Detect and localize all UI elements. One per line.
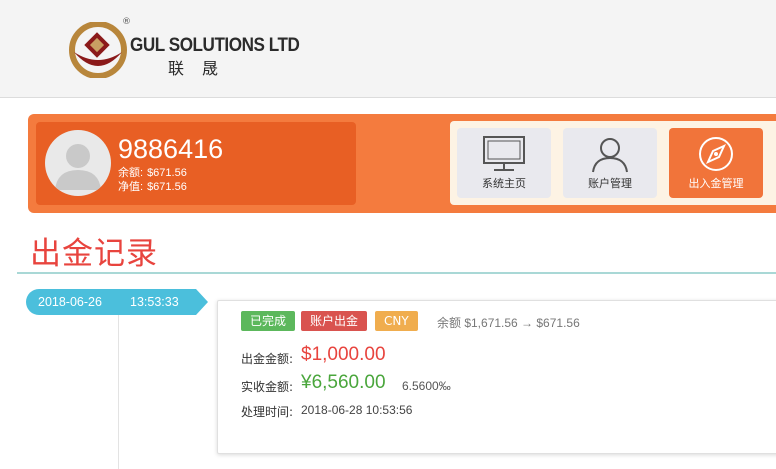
currency-badge: CNY [375,311,418,331]
user-avatar-icon [55,144,101,190]
nav-home[interactable]: 系统主页 [457,128,551,198]
record-time: 13:53:33 [130,295,179,309]
nav-home-label: 系统主页 [482,177,526,190]
withdraw-amount-label: 出金金额: [241,352,294,366]
compass-icon [699,137,733,171]
processed-time-label: 处理时间: [241,405,294,419]
exchange-rate: 6.5600‰ [402,379,451,393]
user-id: 9886416 [118,134,224,164]
page-title: 出金记录 [30,236,158,272]
monitor-icon [483,136,525,171]
registered-mark: ® [122,17,131,27]
record-date: 2018-06-26 [38,295,102,309]
brand-name: GUL SOLUTIONS LTD [130,35,300,56]
brand-name-cn: 联晟 [168,59,237,78]
title-divider [17,272,776,274]
nav-account[interactable]: 账户管理 [563,128,657,198]
equity-row: 净值: $671.56 [118,178,187,194]
type-badge: 账户出金 [301,311,368,331]
status-badge: 已完成 [241,311,296,331]
company-logo-icon [69,22,127,78]
timeline-line [118,315,119,469]
avatar[interactable] [45,130,111,196]
balance-change: 余额 $1,671.56 → $671.56 [437,316,580,330]
received-amount-label: 实收金额: [241,380,294,394]
user-icon [592,138,628,173]
withdraw-amount: $1,000.00 [301,344,386,365]
record-date-tag: 2018-06-26 13:53:33 [26,289,208,315]
received-amount: ¥6,560.00 [301,372,386,393]
equity-value: $671.56 [147,181,187,193]
site-header: ® GUL SOLUTIONS LTD 联晟 [0,0,776,98]
processed-time: 2018-06-28 10:53:56 [301,403,413,417]
nav-funds-label: 出入金管理 [688,177,744,190]
nav-funds[interactable]: 出入金管理 [669,128,763,198]
equity-label: 净值: [118,181,144,193]
nav-account-label: 账户管理 [588,177,632,190]
